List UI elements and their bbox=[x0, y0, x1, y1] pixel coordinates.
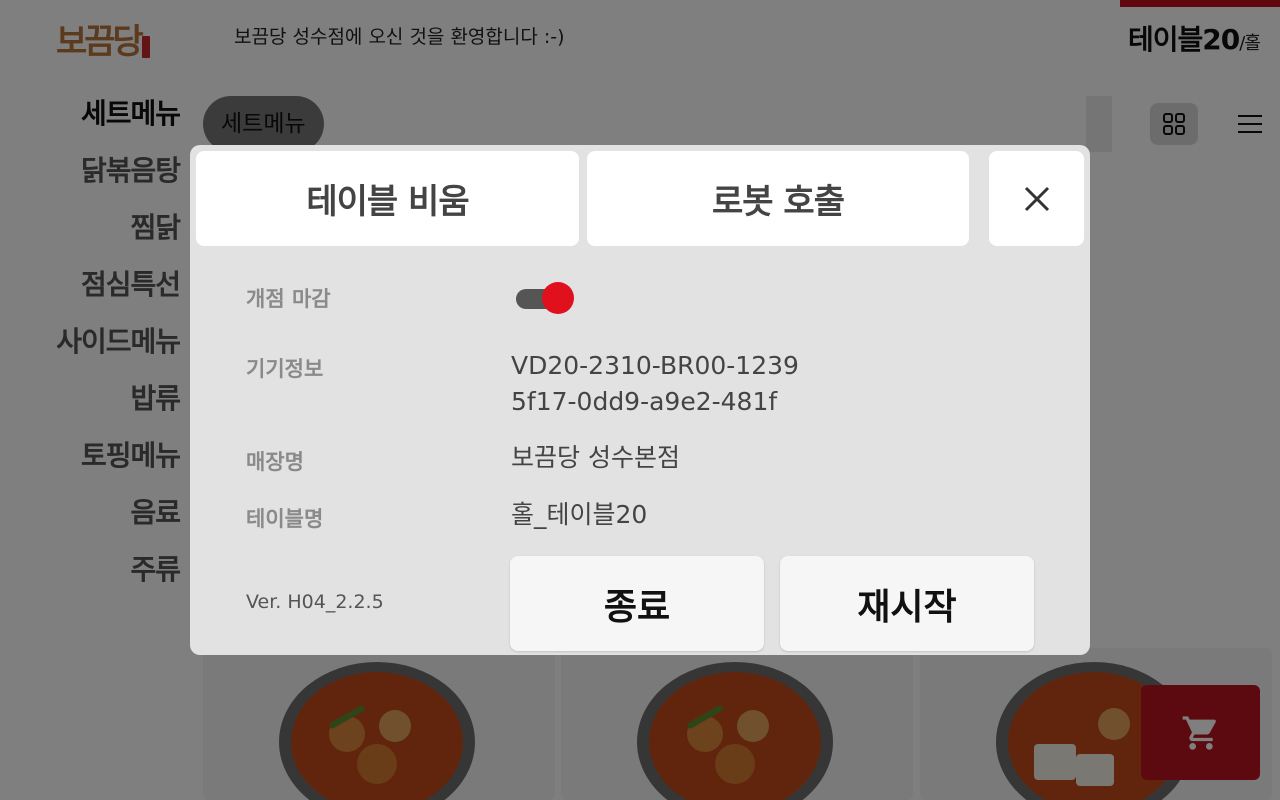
open-close-toggle[interactable] bbox=[516, 282, 574, 316]
device-info-value: VD20-2310-BR00-1239 5f17-0dd9-a9e2-481f bbox=[511, 348, 799, 420]
table-name-value: 홀_테이블20 bbox=[511, 500, 648, 529]
restart-button[interactable]: 재시작 bbox=[780, 556, 1034, 651]
robot-call-button[interactable]: 로봇 호출 bbox=[587, 151, 969, 246]
toggle-knob bbox=[542, 282, 574, 314]
store-name-value: 보끔당 성수본점 bbox=[511, 443, 680, 472]
open-close-label: 개점 마감 bbox=[246, 287, 331, 311]
close-icon bbox=[1024, 186, 1049, 211]
version-text: Ver. H04_2.2.5 bbox=[246, 591, 384, 613]
admin-modal: 테이블 비움 로봇 호출 개점 마감 기기정보 VD20-2310-BR00-1… bbox=[190, 145, 1090, 655]
close-button[interactable] bbox=[989, 151, 1084, 246]
empty-table-button[interactable]: 테이블 비움 bbox=[196, 151, 579, 246]
table-name-label: 테이블명 bbox=[246, 507, 324, 531]
exit-button[interactable]: 종료 bbox=[510, 556, 764, 651]
device-info-label: 기기정보 bbox=[246, 357, 324, 381]
device-info-line2: 5f17-0dd9-a9e2-481f bbox=[511, 387, 778, 416]
device-info-line1: VD20-2310-BR00-1239 bbox=[511, 351, 799, 380]
store-name-label: 매장명 bbox=[246, 450, 304, 474]
